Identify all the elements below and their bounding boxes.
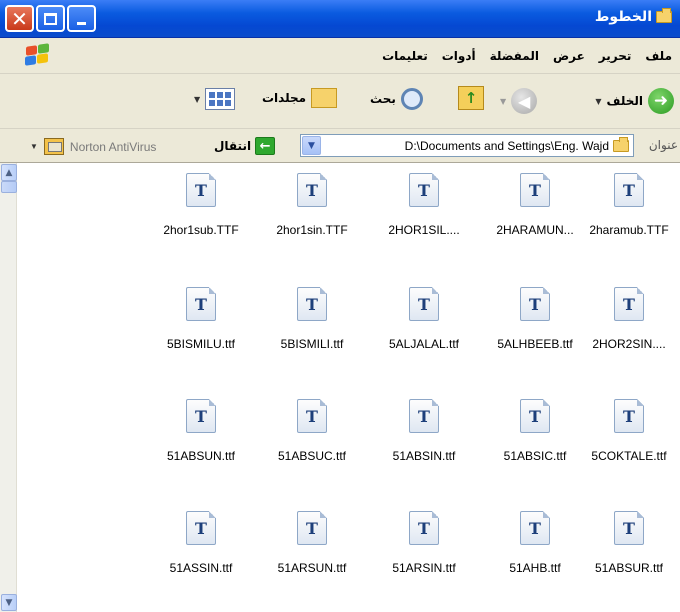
vertical-scrollbar[interactable]: ▲ ▼ [0, 163, 17, 612]
font-file-icon: T [520, 511, 550, 545]
up-folder-icon: ↑ [458, 86, 484, 110]
search-button[interactable]: بحث [370, 88, 423, 110]
font-file-icon: T [614, 173, 644, 207]
search-icon [400, 88, 423, 110]
norton-icon [43, 138, 64, 155]
maximize-button[interactable] [36, 5, 65, 32]
title-bar: ✕ الخطوط [0, 0, 680, 38]
forward-dropdown-icon: ▼ [500, 96, 507, 106]
folders-icon [311, 88, 338, 108]
file-name: 2HOR2SIN.... [592, 337, 666, 351]
menu-file[interactable]: ملف [645, 49, 672, 63]
font-file-icon: T [409, 511, 439, 545]
back-button[interactable]: ➜ الخلف ▼ [595, 88, 674, 114]
menu-tools[interactable]: أدوات [442, 49, 476, 63]
scroll-down-button[interactable]: ▼ [1, 594, 17, 611]
back-label: الخلف [606, 94, 643, 108]
back-arrow-icon: ➜ [648, 88, 674, 114]
go-label: انتقال [214, 139, 252, 153]
file-name: 2haramub.TTF [589, 223, 669, 237]
windows-logo-icon [22, 43, 52, 68]
norton-label: Norton AntiVirus [69, 139, 157, 154]
folders-label: مجلدات [262, 91, 307, 105]
forward-button[interactable]: ▼ ◀ [500, 88, 538, 114]
address-folder-icon [613, 136, 629, 152]
font-file-icon: T [186, 287, 216, 321]
menu-edit[interactable]: تحرير [599, 49, 632, 63]
menu-favorites[interactable]: المفضلة [490, 49, 539, 63]
font-file-icon: T [186, 173, 216, 207]
font-file-icon: T [186, 511, 216, 545]
back-dropdown-icon[interactable]: ▼ [595, 97, 601, 106]
window-title: الخطوط [594, 8, 672, 25]
font-file-icon: T [520, 173, 550, 207]
forward-arrow-icon: ◀ [511, 88, 538, 114]
views-icon [205, 88, 236, 110]
scroll-thumb[interactable] [1, 181, 17, 193]
address-dropdown-icon[interactable]: ▼ [302, 136, 321, 155]
font-file-icon: T [614, 399, 644, 433]
views-dropdown-icon: ▼ [194, 94, 201, 104]
folder-icon [656, 8, 672, 23]
search-label: بحث [370, 92, 396, 106]
address-input[interactable]: D:\Documents and Settings\Eng. Wajd ▼ [300, 134, 634, 157]
minimize-icon [77, 22, 86, 25]
menu-help[interactable]: تعليمات [382, 49, 428, 63]
file-name: 51ABSUC.ttf [277, 449, 347, 463]
file-name: 5COKTALE.ttf [591, 449, 667, 463]
toolbar: ➜ الخلف ▼ ▼ ◀ ↑ بحث مجلدات ▼ [0, 74, 680, 129]
views-button[interactable]: ▼ [194, 88, 236, 110]
go-button[interactable]: انتقال ← [214, 137, 276, 155]
file-list-pane: T 2hor1sub.TTF T 2hor1sin.TTF T 2HOR1SIL.... T… [0, 163, 680, 612]
close-icon: ✕ [11, 6, 28, 31]
font-file-icon: T [614, 287, 644, 321]
norton-antivirus-toolbar[interactable]: ▼ Norton AntiVirus [30, 138, 156, 155]
font-file-icon: T [520, 399, 550, 433]
font-file-icon: T [186, 399, 216, 433]
file-name: 5BISMILI.ttf [280, 337, 344, 351]
font-file-icon: T [297, 287, 327, 321]
window-title-text: الخطوط [594, 9, 652, 25]
file-name: 51ARSUN.ttf [277, 561, 347, 575]
maximize-icon [44, 12, 57, 25]
font-file-icon: T [297, 173, 327, 207]
font-file-icon: T [297, 511, 327, 545]
minimize-button[interactable] [67, 5, 96, 32]
font-file-icon: T [409, 287, 439, 321]
menu-view[interactable]: عرض [553, 49, 585, 63]
font-file-icon: T [297, 399, 327, 433]
file-name: 51ABSUR.ttf [594, 561, 664, 575]
go-arrow-icon: ← [255, 137, 276, 155]
up-folder-button[interactable]: ↑ [458, 86, 484, 110]
font-file-icon: T [409, 173, 439, 207]
address-bar: عنوان D:\Documents and Settings\Eng. Waj… [0, 129, 680, 163]
address-label: عنوان [648, 138, 678, 152]
address-path: D:\Documents and Settings\Eng. Wajd [404, 138, 609, 153]
scroll-up-button[interactable]: ▲ [1, 164, 17, 181]
font-file-icon: T [614, 511, 644, 545]
font-file-icon: T [520, 287, 550, 321]
menu-bar: ملف تحرير عرض المفضلة أدوات تعليمات [0, 38, 680, 74]
close-button[interactable]: ✕ [5, 5, 34, 32]
font-file-icon: T [409, 399, 439, 433]
folders-button[interactable]: مجلدات [262, 88, 338, 108]
file-name: 2hor1sin.TTF [276, 223, 348, 237]
norton-dropdown-icon[interactable]: ▼ [30, 142, 38, 151]
